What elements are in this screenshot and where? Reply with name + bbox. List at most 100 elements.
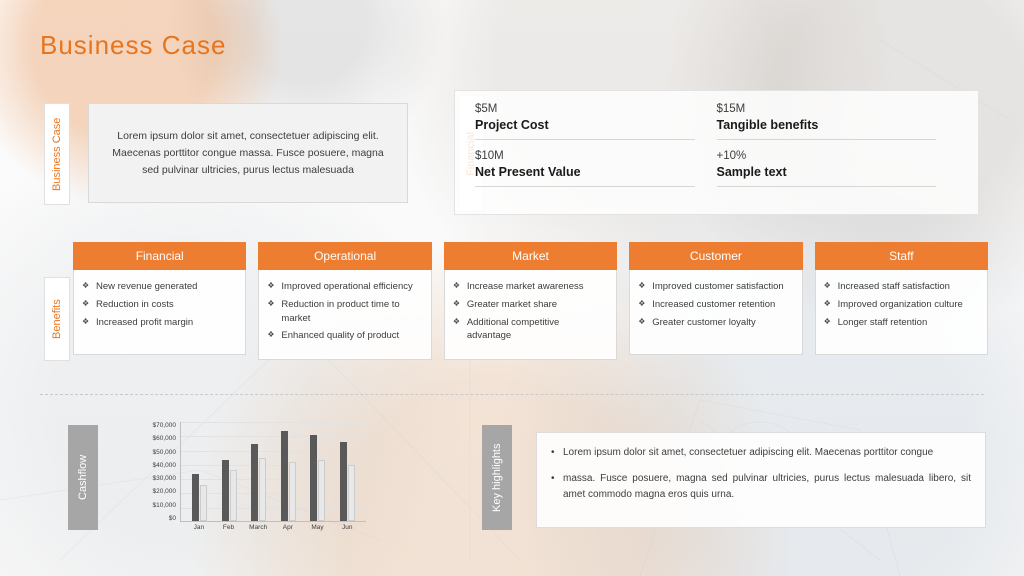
diamond-bullet-icon: ❖	[452, 281, 460, 290]
diamond-bullet-icon: ❖	[452, 316, 460, 326]
x-tick: Apr	[282, 524, 293, 531]
diamond-bullet-icon: ❖	[823, 298, 831, 308]
diamond-bullet-icon: ❖	[82, 281, 90, 290]
financial-metric-cell: $5M Project Cost	[475, 103, 717, 150]
side-tab-benefits: Benefits	[44, 277, 70, 361]
business-case-summary-text: Lorem ipsum dolor sit amet, consectetuer…	[112, 129, 384, 176]
benefits-column-header: Financial	[73, 242, 247, 270]
chart-bar	[200, 485, 208, 521]
y-tick: $0	[168, 514, 176, 522]
diamond-bullet-icon: ❖	[82, 316, 90, 326]
diamond-bullet-icon: ❖	[452, 298, 460, 308]
financial-metric-cell: $10M Net Present Value	[475, 150, 717, 197]
bullet-icon: •	[551, 447, 555, 458]
benefits-column-body: ❖ Increase market awareness ❖ Greater mark…	[443, 270, 618, 361]
x-tick: May	[311, 524, 324, 531]
chart-bar-group	[215, 459, 245, 521]
y-tick: $10,000	[152, 501, 177, 509]
list-item-text: Longer staff retention	[837, 316, 928, 328]
diamond-bullet-icon: ❖	[823, 281, 831, 290]
x-tick: Feb	[222, 524, 235, 531]
list-item-text: Increase market awareness	[466, 281, 584, 292]
chart-plot-area	[180, 422, 366, 522]
metric-value: $15M	[716, 103, 746, 115]
metric-label: Project Cost	[475, 118, 695, 140]
list-item-text: Improved customer satisfaction	[652, 281, 784, 292]
benefits-column-header: Operational	[258, 242, 432, 270]
side-tab-key-highlights: Key highlights	[482, 425, 512, 530]
y-tick: $30,000	[152, 475, 177, 483]
list-item-text: Greater customer loyalty	[652, 316, 756, 328]
chart-y-axis-labels: $70,000 $60,000 $50,000 $40,000 $30,000 …	[130, 422, 177, 522]
diamond-bullet-icon: ❖	[823, 316, 831, 326]
benefits-column-body: ❖ Improved customer satisfaction ❖ Increas…	[629, 270, 803, 355]
benefits-column-market: Market ❖ Increase market awareness ❖ Great…	[443, 242, 618, 361]
list-item: ❖ Improved organization culture	[824, 298, 977, 312]
benefits-column-staff: Staff ❖ Increased staff satisfaction ❖ Imp…	[814, 242, 989, 360]
chart-bars	[181, 422, 366, 521]
chart-bar	[221, 459, 229, 521]
list-item: ❖ Greater market share	[453, 298, 606, 312]
benefits-column-body: ❖ Improved operational efficiency ❖ Reduct…	[258, 270, 432, 361]
chart-x-axis-labels: Jan Feb March Apr May Jun	[180, 524, 366, 531]
list-item: ❖ Additional competitive advantage	[453, 316, 606, 344]
benefits-column-header: Staff	[814, 242, 989, 270]
y-tick: $60,000	[152, 435, 177, 443]
diamond-bullet-icon: ❖	[638, 298, 646, 308]
list-item: ❖ Increase market awareness	[453, 280, 606, 294]
side-tab-business-case: Business Case	[44, 103, 70, 205]
chart-bar	[347, 465, 355, 521]
list-item: ❖ Increased profit margin	[82, 316, 235, 330]
chart-bar	[280, 431, 288, 521]
list-item-text: Increased profit margin	[96, 316, 194, 328]
metric-value: +10%	[716, 150, 747, 162]
list-item-text: Enhanced quality of product	[281, 330, 400, 342]
bullet-icon: •	[551, 473, 555, 484]
chart-bar-group	[274, 431, 304, 521]
chart-bar-group	[185, 473, 215, 521]
chart-bar	[318, 459, 326, 521]
chart-bar	[310, 435, 318, 521]
financial-metrics-box: $5M Project Cost $15M Tangible benefits …	[454, 90, 979, 215]
key-highlight-item: • Lorem ipsum dolor sit amet, consectetu…	[551, 445, 971, 461]
diamond-bullet-icon: ❖	[638, 281, 646, 290]
y-tick: $50,000	[152, 448, 177, 456]
list-item-text: Greater market share	[466, 298, 558, 310]
diamond-bullet-icon: ❖	[638, 316, 646, 326]
financial-metric-cell: $15M Tangible benefits	[716, 103, 959, 150]
metric-value: $5M	[475, 103, 498, 115]
y-tick: $70,000	[152, 422, 177, 429]
chart-bar-group	[303, 435, 333, 521]
list-item: ❖ Increased customer retention	[638, 298, 791, 312]
list-item-text: Increased staff satisfaction	[837, 281, 950, 292]
benefits-column-body: ❖ New revenue generated ❖ Reduction in cos…	[73, 270, 247, 355]
page-title: Business Case	[40, 30, 227, 60]
list-item: ❖ New revenue generated	[82, 280, 235, 294]
metric-label: Tangible benefits	[716, 118, 936, 140]
chart-bar	[192, 473, 200, 521]
chart-bar	[288, 462, 296, 521]
benefits-column-header: Market	[443, 242, 618, 270]
benefits-columns: Financial ❖ New revenue generated ❖ Reduct…	[73, 242, 989, 361]
chart-bar	[339, 442, 347, 521]
x-tick: March	[249, 524, 268, 531]
list-item: ❖ Reduction in product time to market	[267, 298, 420, 326]
list-item-text: Reduction in costs	[96, 298, 174, 310]
cashflow-chart: $70,000 $60,000 $50,000 $40,000 $30,000 …	[130, 422, 366, 540]
key-highlight-text: massa. Fusce posuere, magna sed pulvinar…	[563, 473, 971, 500]
list-item-text: Improved operational efficiency	[281, 281, 413, 292]
benefits-column-header: Customer	[629, 242, 803, 270]
diamond-bullet-icon: ❖	[267, 281, 275, 290]
y-tick: $20,000	[152, 488, 177, 496]
metric-label: Sample text	[716, 165, 936, 187]
list-item: ❖ Improved customer satisfaction	[638, 280, 791, 294]
key-highlight-text: Lorem ipsum dolor sit amet, consectetuer…	[563, 447, 934, 458]
chart-bar	[229, 469, 237, 521]
list-item-text: Reduction in product time to market	[281, 298, 400, 324]
list-item-text: Increased customer retention	[652, 298, 776, 310]
key-highlights-box: • Lorem ipsum dolor sit amet, consectetu…	[536, 432, 986, 528]
list-item-text: New revenue generated	[96, 281, 198, 292]
benefits-column-customer: Customer ❖ Improved customer satisfaction…	[629, 242, 803, 360]
section-divider	[40, 394, 984, 395]
key-highlight-item: • massa. Fusce posuere, magna sed pulvin…	[551, 471, 971, 503]
